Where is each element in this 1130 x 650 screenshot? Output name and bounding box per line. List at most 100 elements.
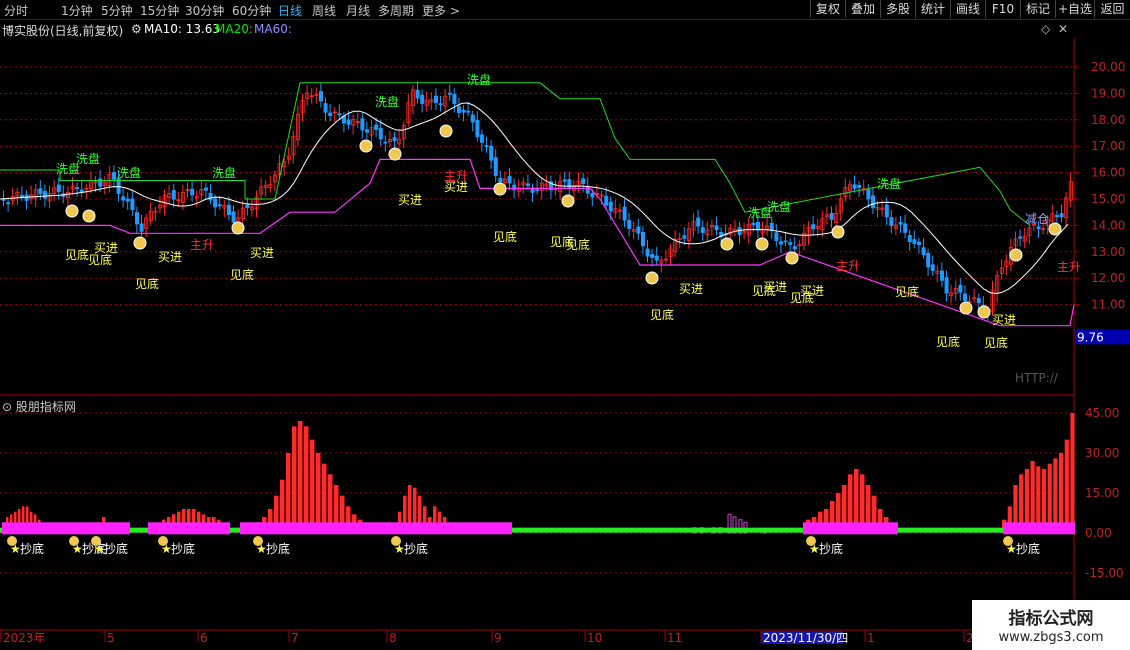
candle-body <box>433 95 438 104</box>
annotation-buy: 买进 <box>250 246 274 260</box>
date-label: 7 <box>291 631 299 645</box>
candle-body <box>323 103 328 113</box>
annotation-wash: 洗盘 <box>76 151 100 166</box>
annotation-main_rise: 主升 <box>444 169 468 183</box>
wash-line <box>0 82 1031 226</box>
indicator-tick-label: 30.00 <box>1085 446 1119 460</box>
candle-body <box>912 239 917 244</box>
annotation-wash: 洗盘 <box>117 165 141 180</box>
candle-body <box>98 178 103 187</box>
candle-body <box>930 264 935 271</box>
candle-body <box>535 189 540 191</box>
statistics-button[interactable]: 统计 <box>915 0 950 18</box>
tab-multi-period[interactable]: 多周期 <box>378 2 414 19</box>
tab-5min[interactable]: 5分钟 <box>101 2 133 19</box>
candle-body <box>700 227 705 233</box>
candle-body <box>654 255 659 261</box>
candle-body <box>811 224 816 230</box>
signal-label: 抄底 <box>266 541 290 556</box>
indicator-signal-block <box>240 522 512 535</box>
candle-body <box>526 183 531 187</box>
candle-body <box>581 178 586 185</box>
annotation-main_rise: 主升 <box>836 259 860 273</box>
candle-body <box>636 226 641 234</box>
tab-more[interactable]: 更多 > <box>422 2 460 19</box>
money-bag-icon <box>977 305 991 319</box>
current-price-label: 9.76 <box>1077 330 1104 344</box>
candle-body <box>470 114 475 123</box>
mark-button[interactable]: 标记 <box>1020 0 1055 18</box>
f10-button[interactable]: F10 <box>985 0 1020 18</box>
date-label: 9 <box>494 631 502 645</box>
tab-15min[interactable]: 15分钟 <box>140 2 179 19</box>
candle-body <box>190 188 195 196</box>
candle-body <box>245 204 250 209</box>
site-watermark: 指标公式网 www.zbgs3.com <box>972 600 1130 650</box>
collapse-icon[interactable]: ⊙ <box>2 400 12 414</box>
ma10-label: MA10: 13.63 <box>144 22 221 36</box>
candle-body <box>779 241 784 245</box>
candle-body <box>112 172 117 180</box>
indicator-tick-label: -15.00 <box>1085 566 1124 580</box>
date-label: 2023年 <box>3 631 46 645</box>
price-tick-label: 18.00 <box>1091 113 1125 127</box>
price-chart[interactable]: 洗盘洗盘洗盘 洗盘洗盘洗盘洗盘洗盘洗盘买进买进 买进买进买进买进 买进 买进买进见底见底… <box>0 38 1130 650</box>
price-tick-label: 13.00 <box>1091 245 1125 259</box>
money-bag-icon <box>388 147 402 161</box>
candle-body <box>917 241 922 245</box>
multi-stock-button[interactable]: 多股 <box>880 0 915 18</box>
tab-1min[interactable]: 1分钟 <box>61 2 93 19</box>
money-bag-icon <box>755 237 769 251</box>
candle-body <box>139 223 144 232</box>
money-bag-icon <box>1009 248 1023 262</box>
annotation-bottom: 见底 <box>135 276 159 291</box>
annotation-bottom: 见底 <box>936 334 960 349</box>
candle-body <box>622 206 627 221</box>
overlay-button[interactable]: 叠加 <box>845 0 880 18</box>
settings-icon[interactable]: ⚙ <box>131 22 142 36</box>
tab-weekly[interactable]: 周线 <box>312 2 336 19</box>
candle-body <box>907 235 912 243</box>
restore-rights-button[interactable]: 复权 <box>810 0 845 18</box>
candle-body <box>19 194 24 198</box>
draw-line-button[interactable]: 画线 <box>950 0 985 18</box>
candle-body <box>783 240 788 243</box>
candle-body <box>337 113 342 116</box>
candle-body <box>171 190 176 200</box>
chart-info-bar: 博实股份(日线,前复权) ⚙ MA10: 13.63 MA20: MA60: ◇… <box>0 20 1130 38</box>
watermark-line2: www.zbgs3.com <box>998 630 1104 645</box>
tab-60min[interactable]: 60分钟 <box>232 2 271 19</box>
tab-monthly[interactable]: 月线 <box>346 2 370 19</box>
price-tick-label: 16.00 <box>1091 166 1125 180</box>
tab-daily[interactable]: 日线 <box>278 2 302 19</box>
annotation-wash: 洗盘 <box>375 94 399 109</box>
candle-body <box>829 212 834 220</box>
tab-timeshare[interactable]: 分时 <box>4 2 28 19</box>
money-bag-icon <box>133 236 147 250</box>
candle-body <box>769 222 774 231</box>
annotation-buy: 买进 <box>398 193 422 207</box>
annotation-bottom: 见底 <box>566 237 590 252</box>
money-bag-icon <box>831 225 845 239</box>
date-label: 2023/11/30/四 <box>763 631 848 645</box>
diamond-icon[interactable]: ◇ <box>1041 22 1050 36</box>
candle-body <box>121 196 126 201</box>
annotation-bottom: 见底 <box>790 290 814 305</box>
annotation-main_rise: 主升 <box>190 238 214 252</box>
candle-body <box>489 145 494 161</box>
candle-body <box>364 129 369 133</box>
indicator-bar <box>304 426 309 533</box>
back-button[interactable]: 返回 <box>1094 0 1130 18</box>
close-icon[interactable]: ✕ <box>1058 22 1068 36</box>
candle-body <box>866 189 871 200</box>
candle-body <box>125 198 130 202</box>
candle-body <box>889 217 894 226</box>
candle-body <box>585 186 590 194</box>
indicator-tick-label: 0.00 <box>1085 526 1112 540</box>
tab-30min[interactable]: 30分钟 <box>185 2 224 19</box>
indicator-bar <box>1059 453 1064 533</box>
candle-body <box>903 223 908 233</box>
annotation-bottom: 见底 <box>752 283 776 298</box>
add-watchlist-button[interactable]: +自选 <box>1055 0 1094 18</box>
annotation-bottom: 见底 <box>984 335 1008 350</box>
